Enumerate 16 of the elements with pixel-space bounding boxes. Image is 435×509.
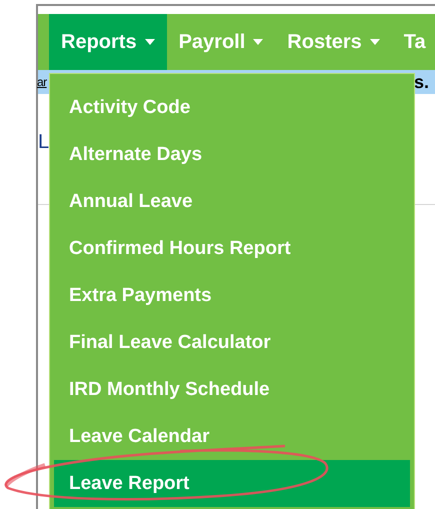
menu-item[interactable]: Alternate Days [54,131,410,178]
menu-item[interactable]: Activity Code [54,84,410,131]
nav-menu-item[interactable]: Rosters [275,14,392,70]
menu-item[interactable]: Confirmed Hours Report [54,225,410,272]
nav-menu-item[interactable]: Reports [49,14,167,70]
content-text: L [38,131,50,154]
menu-item[interactable]: Annual Leave [54,178,410,225]
nav-menu-item[interactable]: Ta [392,14,435,70]
menu-item[interactable]: IRD Monthly Schedule [54,366,410,413]
notice-text: s. [414,72,429,92]
notice-link[interactable]: ar [37,75,47,89]
nav-menu-item[interactable]: Payroll [166,14,276,70]
menu-item[interactable]: Final Leave Calculator [54,319,410,366]
menu-item[interactable]: Leave Calendar [54,413,410,460]
menu-item[interactable]: Leave Report [54,460,410,507]
menu-item[interactable]: Extra Payments [54,272,410,319]
